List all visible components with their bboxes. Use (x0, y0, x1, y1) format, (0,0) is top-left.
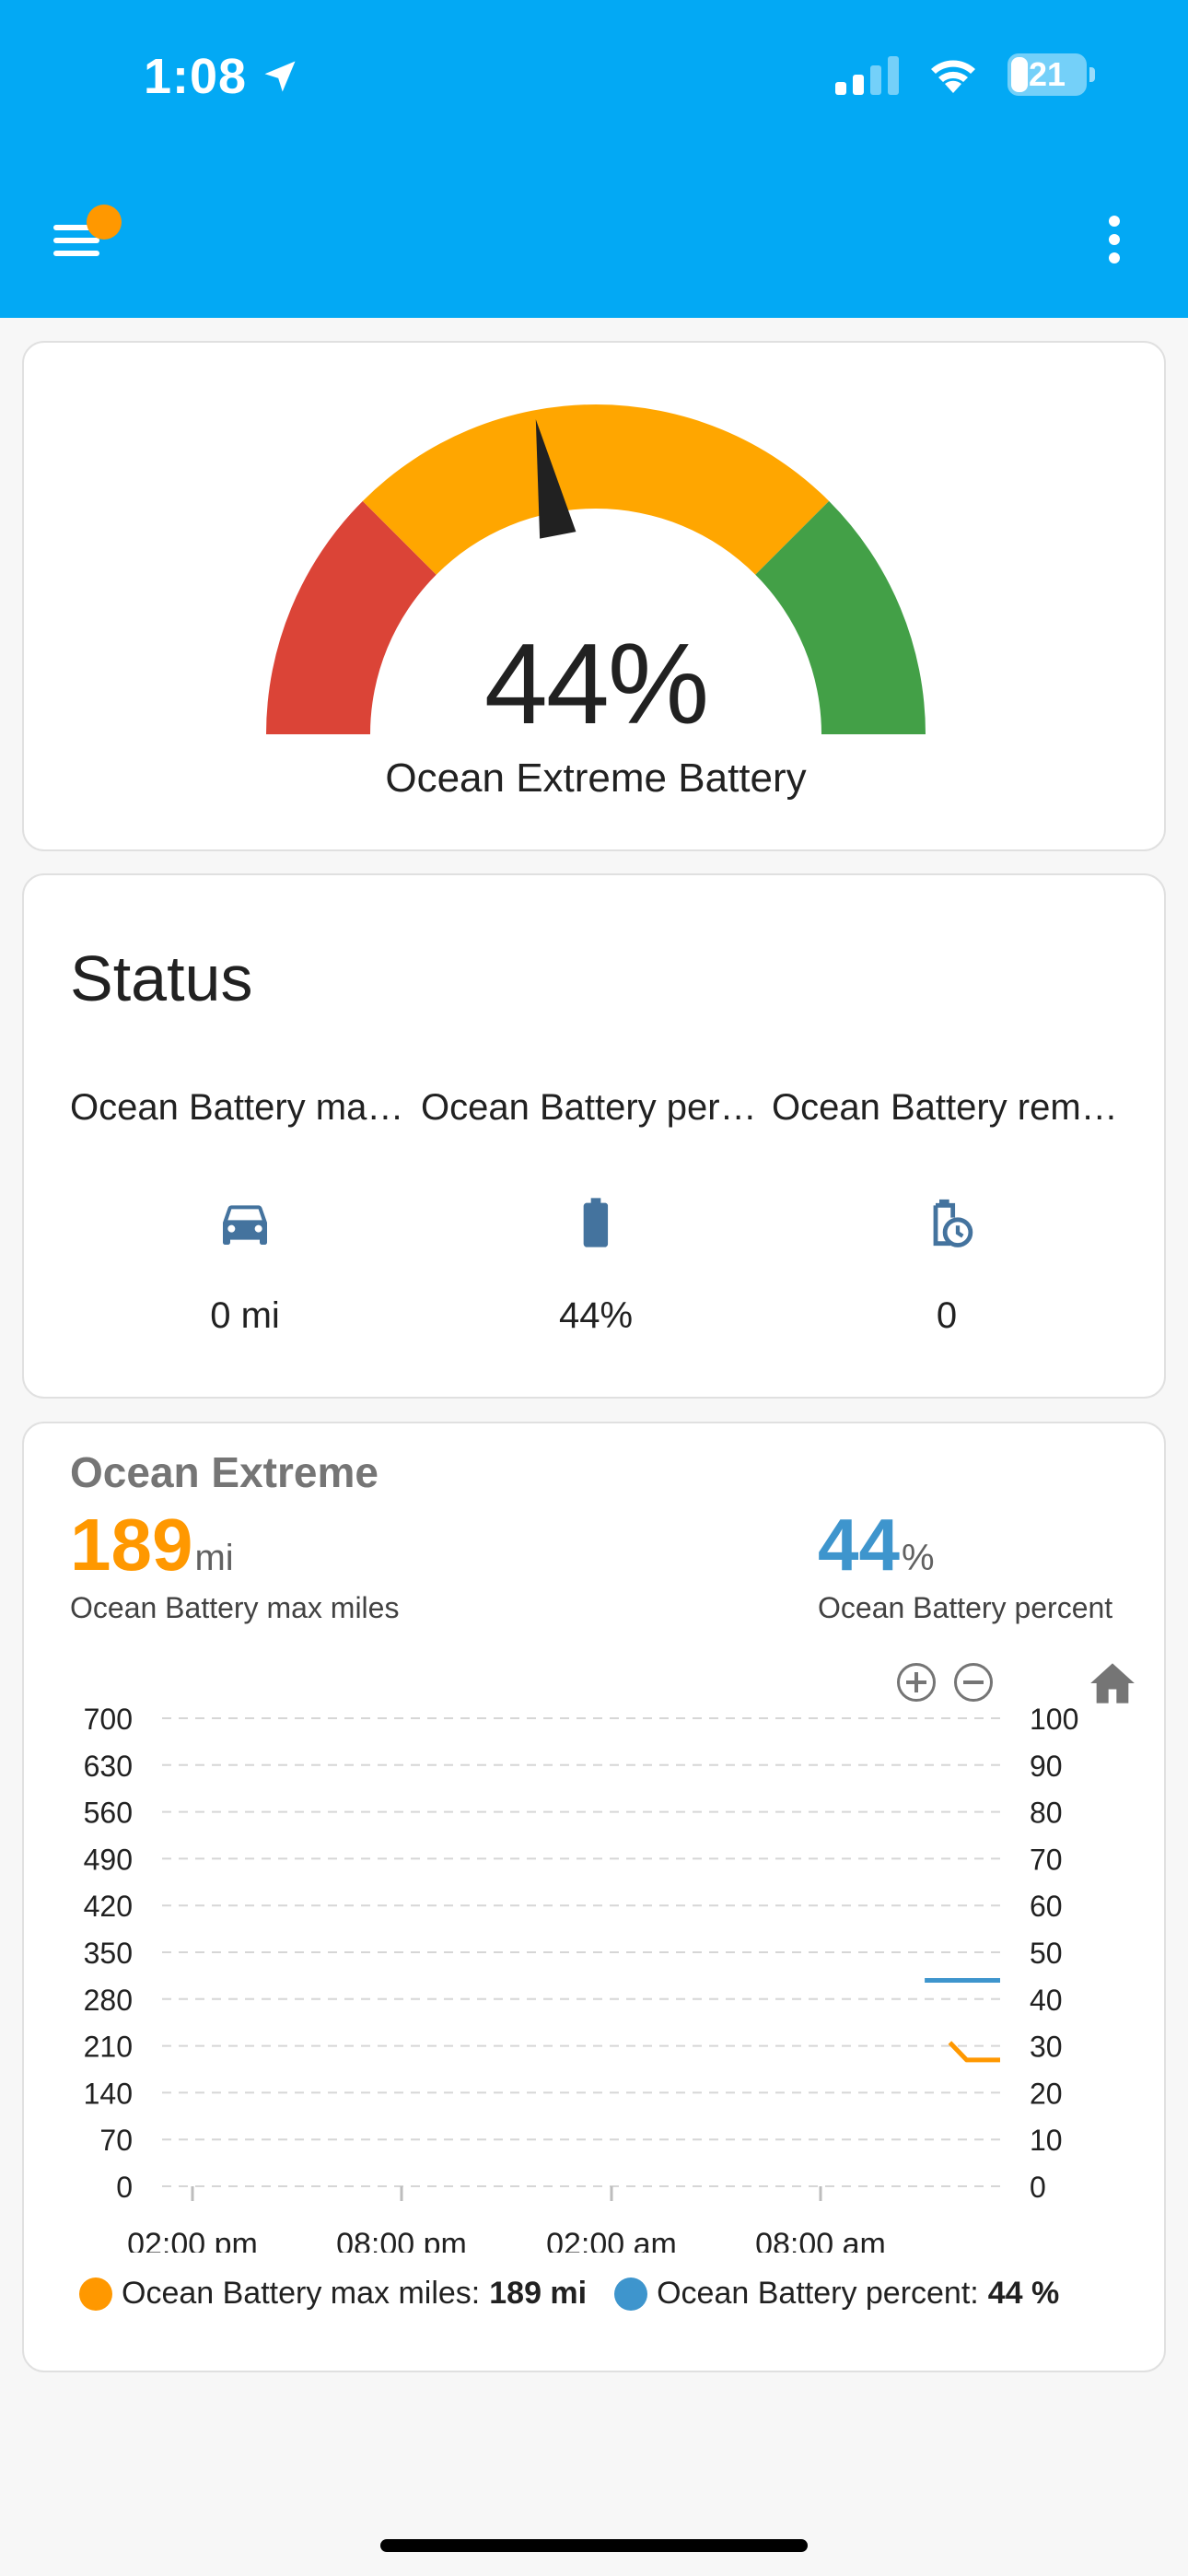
legend-value: 44 % (987, 2276, 1060, 2311)
entity-value: 44% (558, 1295, 634, 1336)
mini-graph-card[interactable]: Ocean Extreme 189 mi Ocean Battery max m… (22, 1422, 1166, 2372)
y-left-tick: 700 (84, 1703, 133, 1736)
entity-value: 0 mi (210, 1295, 280, 1336)
battery-status-icon: 21 (1007, 53, 1095, 96)
legend-label: Ocean Battery max miles: (122, 2276, 481, 2311)
y-right-tick: 60 (1030, 1890, 1063, 1923)
car-icon (223, 1205, 267, 1245)
y-left-tick: 280 (84, 1984, 133, 2017)
y-left-tick: 350 (84, 1937, 133, 1970)
legend-item-max-miles[interactable]: Ocean Battery max miles: 189 mi (79, 2276, 587, 2312)
status-card: Status Ocean Battery max miles 0 mi Ocea… (22, 873, 1166, 1399)
entity-remaining-time[interactable]: Ocean Battery remaining time 0 (772, 1087, 1122, 1337)
legend-item-percent[interactable]: Ocean Battery percent: 44 % (614, 2276, 1059, 2312)
entity-max-miles[interactable]: Ocean Battery max miles 0 mi (70, 1087, 420, 1337)
y-right-tick: 10 (1030, 2124, 1063, 2157)
legend-value: 189 mi (489, 2276, 588, 2311)
y-right-tick: 30 (1030, 2031, 1063, 2064)
entity-value: 0 (936, 1295, 958, 1336)
legend-swatch (79, 2277, 112, 2311)
gauge-name: Ocean Extreme Battery (385, 755, 807, 801)
legend-label: Ocean Battery percent: (657, 2276, 979, 2311)
card-title: Status (70, 943, 253, 1014)
cellular-signal-icon (835, 54, 899, 95)
entity-name: Ocean Battery max miles (70, 1087, 420, 1128)
notification-dot (87, 205, 122, 240)
gauge-card[interactable]: 44% Ocean Extreme Battery (22, 341, 1166, 851)
location-arrow-icon (264, 61, 296, 92)
y-right-tick: 90 (1030, 1750, 1063, 1783)
entity-battery-percent[interactable]: Ocean Battery percent 44% (421, 1087, 771, 1337)
x-tick-label: 02:00 pm (127, 2227, 258, 2253)
x-tick-label: 02:00 am (546, 2227, 677, 2253)
y-left-tick: 630 (84, 1750, 133, 1783)
battery-level: 21 (1028, 55, 1066, 93)
y-right-tick: 70 (1030, 1843, 1063, 1876)
gauge-segment-1 (362, 404, 830, 575)
battery-clock-icon (933, 1199, 973, 1247)
y-left-tick: 70 (99, 2124, 133, 2157)
gauge-value: 44% (483, 621, 709, 748)
wifi-icon (931, 60, 975, 93)
battery-icon (583, 1198, 609, 1247)
y-left-tick: 490 (84, 1843, 133, 1876)
y-left-tick: 560 (84, 1797, 133, 1830)
y-left-tick: 140 (84, 2077, 133, 2110)
y-left-tick: 210 (84, 2031, 133, 2064)
y-right-tick: 50 (1030, 1937, 1063, 1970)
y-right-tick: 0 (1030, 2171, 1046, 2204)
history-chart: 700 100630 90560 80490 70420 60350 50280 40210 3… (84, 1703, 1079, 2253)
y-right-tick: 100 (1030, 1703, 1078, 1736)
chart-legend: Ocean Battery max miles: 189 mi Ocean Ba… (79, 2276, 1087, 2312)
status-bar-indicators: 21 (835, 53, 1095, 96)
y-right-tick: 20 (1030, 2077, 1063, 2110)
y-left-tick: 420 (84, 1890, 133, 1923)
more-options-button[interactable] (1105, 216, 1124, 267)
status-bar-clock: 1:08 (144, 48, 300, 105)
x-tick-label: 08:00 am (755, 2227, 886, 2253)
entity-name: Ocean Battery remaining time (772, 1087, 1122, 1128)
legend-swatch (614, 2277, 648, 2311)
home-indicator (380, 2539, 808, 2552)
entity-name: Ocean Battery percent (421, 1087, 771, 1128)
y-left-tick: 0 (116, 2171, 133, 2204)
y-right-tick: 80 (1030, 1797, 1063, 1830)
y-right-tick: 40 (1030, 1984, 1063, 2017)
menu-button[interactable] (48, 205, 122, 267)
app-bar: 1:08 21 (0, 0, 1188, 318)
status-time: 1:08 (144, 49, 248, 104)
x-tick-label: 08:00 pm (336, 2227, 467, 2253)
